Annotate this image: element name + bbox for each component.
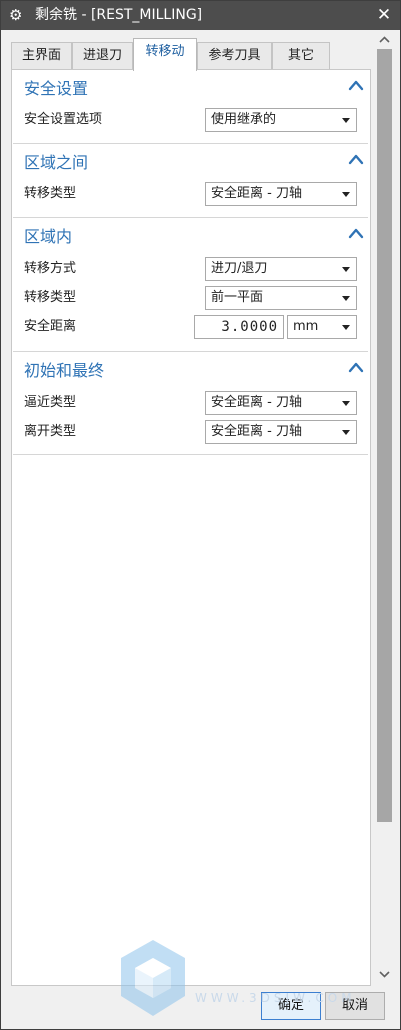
window-title: 剩余铣 - [REST_MILLING] bbox=[35, 7, 203, 23]
tab-main[interactable]: 主界面 bbox=[11, 42, 72, 70]
gear-icon: ⚙ bbox=[9, 6, 23, 24]
safe-distance-value: 3.0000 bbox=[221, 319, 278, 335]
triangle-down-icon bbox=[342, 325, 350, 330]
section-title-between-regions: 区域之间 bbox=[24, 153, 89, 172]
within-region-transfer-type-dropdown[interactable]: 前一平面 bbox=[205, 286, 357, 310]
between-regions-transfer-type-label: 转移类型 bbox=[24, 186, 77, 201]
section-header-within-region[interactable]: 区域内 bbox=[15, 221, 367, 251]
safety-option-dropdown[interactable]: 使用继承的 bbox=[205, 108, 357, 132]
tab-bar: 主界面 进退刀 转移动 参考刀具 其它 bbox=[11, 38, 371, 71]
tab-panel-transfer: 安全设置 安全设置选项 使用继承的 区域之间 转移类型 安全距离 - 刀轴 区域… bbox=[11, 69, 371, 986]
section-divider bbox=[13, 351, 368, 352]
section-header-safety[interactable]: 安全设置 bbox=[15, 73, 367, 103]
triangle-down-icon bbox=[342, 192, 350, 197]
section-title-safety: 安全设置 bbox=[24, 79, 89, 98]
vertical-scrollbar[interactable] bbox=[375, 30, 394, 988]
watermark-text: WWW.3DSJW.COM bbox=[195, 991, 356, 1005]
chevron-up-icon[interactable] bbox=[347, 225, 365, 243]
section-header-initial-final[interactable]: 初始和最终 bbox=[15, 355, 367, 385]
within-region-transfer-type-label: 转移类型 bbox=[24, 290, 77, 305]
section-title-initial-final: 初始和最终 bbox=[24, 361, 105, 380]
close-icon[interactable]: ✕ bbox=[374, 5, 394, 25]
departure-type-label: 离开类型 bbox=[24, 424, 77, 439]
scroll-down-arrow-icon[interactable] bbox=[375, 966, 394, 982]
chevron-up-icon[interactable] bbox=[347, 151, 365, 169]
tab-other[interactable]: 其它 bbox=[272, 42, 330, 70]
title-bar: ⚙ 剩余铣 - [REST_MILLING] ✕ bbox=[1, 1, 400, 30]
departure-type-dropdown[interactable]: 安全距离 - 刀轴 bbox=[205, 420, 357, 444]
safe-distance-input[interactable]: 3.0000 bbox=[194, 315, 284, 339]
tab-transfer[interactable]: 转移动 bbox=[133, 38, 197, 71]
departure-type-value: 安全距离 - 刀轴 bbox=[211, 424, 302, 439]
tab-engage-retract[interactable]: 进退刀 bbox=[72, 42, 133, 70]
triangle-down-icon bbox=[342, 430, 350, 435]
safe-distance-unit-value: mm bbox=[293, 319, 319, 334]
section-header-between-regions[interactable]: 区域之间 bbox=[15, 147, 367, 177]
safety-option-label: 安全设置选项 bbox=[24, 112, 103, 127]
safety-option-value: 使用继承的 bbox=[211, 112, 277, 127]
approach-type-value: 安全距离 - 刀轴 bbox=[211, 395, 302, 410]
scroll-thumb[interactable] bbox=[377, 49, 392, 822]
section-title-within-region: 区域内 bbox=[24, 227, 73, 246]
transfer-method-label: 转移方式 bbox=[24, 261, 77, 276]
within-region-transfer-type-value: 前一平面 bbox=[211, 290, 264, 305]
scroll-up-arrow-icon[interactable] bbox=[375, 32, 394, 48]
between-regions-transfer-type-dropdown[interactable]: 安全距离 - 刀轴 bbox=[205, 182, 357, 206]
between-regions-transfer-type-value: 安全距离 - 刀轴 bbox=[211, 186, 302, 201]
transfer-method-dropdown[interactable]: 进刀/退刀 bbox=[205, 257, 357, 281]
dialog-window: ⚙ 剩余铣 - [REST_MILLING] ✕ 主界面 进退刀 转移动 参考刀… bbox=[0, 0, 401, 1030]
triangle-down-icon bbox=[342, 267, 350, 272]
chevron-up-icon[interactable] bbox=[347, 359, 365, 377]
section-divider bbox=[13, 143, 368, 144]
tab-reference-tool[interactable]: 参考刀具 bbox=[197, 42, 272, 70]
watermark-cube-logo bbox=[121, 940, 185, 1016]
safe-distance-label: 安全距离 bbox=[24, 319, 77, 334]
triangle-down-icon bbox=[342, 401, 350, 406]
triangle-down-icon bbox=[342, 296, 350, 301]
section-divider bbox=[13, 217, 368, 218]
safe-distance-unit-dropdown[interactable]: mm bbox=[287, 315, 357, 339]
triangle-down-icon bbox=[342, 118, 350, 123]
chevron-up-icon[interactable] bbox=[347, 77, 365, 95]
approach-type-dropdown[interactable]: 安全距离 - 刀轴 bbox=[205, 391, 357, 415]
dialog-content: 主界面 进退刀 转移动 参考刀具 其它 安全设置 安全设置选项 使用继承的 区域… bbox=[1, 30, 400, 988]
transfer-method-value: 进刀/退刀 bbox=[211, 261, 268, 276]
approach-type-label: 逼近类型 bbox=[24, 395, 77, 410]
section-divider bbox=[13, 454, 368, 455]
